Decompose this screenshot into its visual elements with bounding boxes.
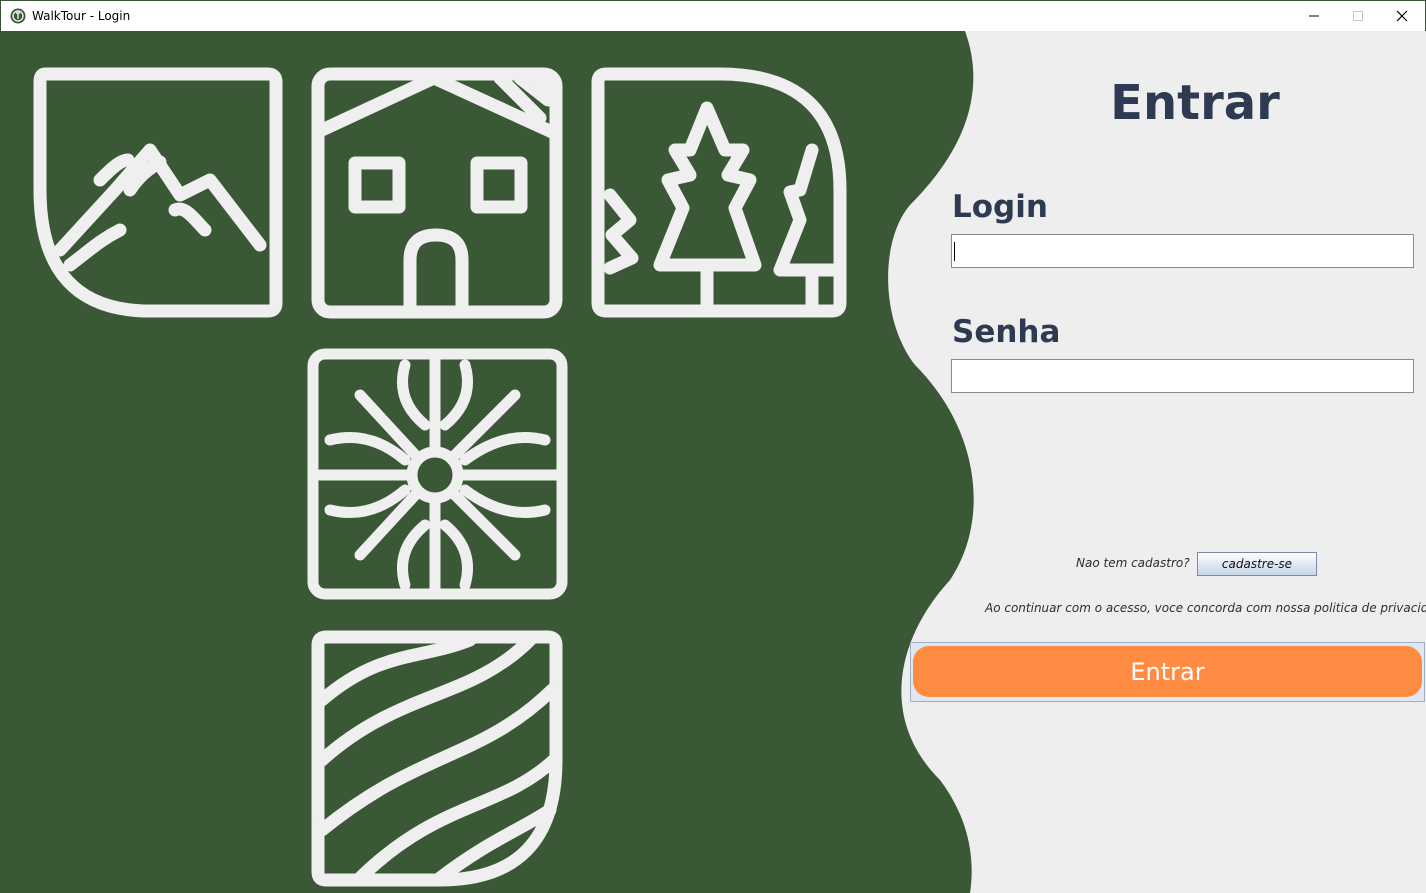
walktour-app-icon: [10, 8, 26, 24]
close-icon: [1396, 10, 1408, 22]
window-titlebar: WalkTour - Login: [0, 0, 1426, 31]
minimize-icon: [1309, 15, 1319, 17]
close-button[interactable]: [1379, 1, 1425, 31]
page-title: Entrar: [1110, 75, 1280, 131]
decorative-panel: [0, 31, 1000, 893]
minimize-button[interactable]: [1291, 1, 1337, 31]
login-label: Login: [952, 189, 1048, 225]
privacy-notice: Ao continuar com o acesso, voce concorda…: [985, 601, 1426, 615]
password-input[interactable]: [951, 359, 1414, 393]
maximize-button[interactable]: [1335, 1, 1381, 31]
submit-button-frame: Entrar: [910, 642, 1425, 702]
password-label: Senha: [952, 314, 1061, 350]
register-button[interactable]: cadastre-se: [1197, 552, 1317, 576]
window-title: WalkTour - Login: [32, 9, 131, 23]
maximize-icon: [1353, 11, 1363, 21]
login-input[interactable]: [951, 234, 1414, 268]
no-account-text: Nao tem cadastro?: [1076, 556, 1190, 570]
login-submit-button[interactable]: Entrar: [913, 646, 1422, 697]
text-caret: [954, 242, 955, 261]
